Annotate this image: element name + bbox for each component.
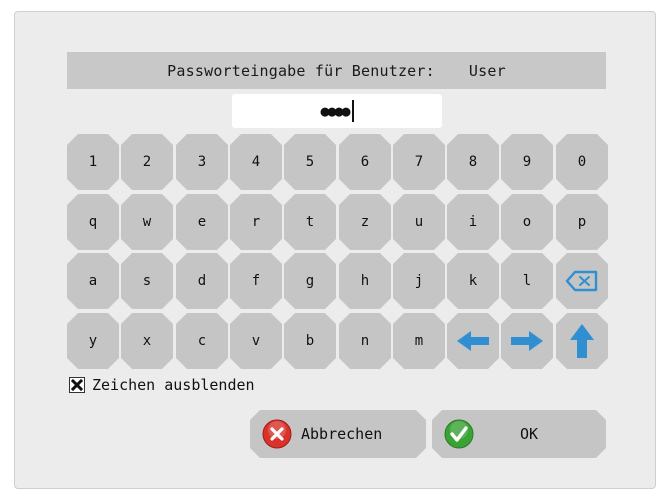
cursor-right-key[interactable] bbox=[501, 313, 553, 369]
key-label: v bbox=[251, 333, 261, 349]
ok-label: OK bbox=[520, 425, 539, 443]
shift-arrow-up-icon bbox=[569, 323, 595, 359]
key-o[interactable]: o bbox=[501, 194, 553, 250]
key-h[interactable]: h bbox=[339, 253, 391, 309]
check-x-icon bbox=[71, 379, 83, 391]
key-label: p bbox=[577, 214, 587, 230]
key-5[interactable]: 5 bbox=[284, 134, 336, 190]
arrow-right-icon bbox=[509, 330, 545, 352]
key-label: 5 bbox=[305, 154, 315, 170]
cancel-icon bbox=[262, 419, 292, 453]
key-2[interactable]: 2 bbox=[121, 134, 173, 190]
key-i[interactable]: i bbox=[447, 194, 499, 250]
username: User bbox=[468, 61, 506, 80]
cursor-left-key[interactable] bbox=[447, 313, 499, 369]
key-label: 2 bbox=[142, 154, 152, 170]
key-label: 1 bbox=[88, 154, 98, 170]
key-label: t bbox=[305, 214, 315, 230]
shift-key[interactable] bbox=[556, 313, 608, 369]
key-3[interactable]: 3 bbox=[176, 134, 228, 190]
key-label: e bbox=[197, 214, 207, 230]
backspace-icon bbox=[565, 270, 599, 292]
key-7[interactable]: 7 bbox=[393, 134, 445, 190]
key-u[interactable]: u bbox=[393, 194, 445, 250]
key-r[interactable]: r bbox=[230, 194, 282, 250]
ok-button[interactable]: OK bbox=[432, 410, 606, 458]
key-label: n bbox=[360, 333, 370, 349]
password-mask: ●●●● bbox=[320, 102, 350, 120]
key-label: i bbox=[468, 214, 478, 230]
key-label: z bbox=[360, 214, 370, 230]
title-prefix: Passworteingabe für Benutzer: bbox=[167, 61, 435, 80]
key-n[interactable]: n bbox=[339, 313, 391, 369]
backspace-key[interactable] bbox=[556, 253, 608, 309]
key-label: g bbox=[305, 273, 315, 289]
key-label: y bbox=[88, 333, 98, 349]
hide-chars-option[interactable]: Zeichen ausblenden bbox=[69, 376, 255, 394]
key-label: h bbox=[360, 273, 370, 289]
key-label: x bbox=[142, 333, 152, 349]
key-label: l bbox=[522, 273, 532, 289]
key-c[interactable]: c bbox=[176, 313, 228, 369]
key-label: b bbox=[305, 333, 315, 349]
key-label: 3 bbox=[197, 154, 207, 170]
ok-check-icon bbox=[444, 419, 474, 453]
key-z[interactable]: z bbox=[339, 194, 391, 250]
key-label: m bbox=[414, 333, 424, 349]
key-m[interactable]: m bbox=[393, 313, 445, 369]
key-f[interactable]: f bbox=[230, 253, 282, 309]
key-w[interactable]: w bbox=[121, 194, 173, 250]
key-label: o bbox=[522, 214, 532, 230]
key-d[interactable]: d bbox=[176, 253, 228, 309]
cancel-button[interactable]: Abbrechen bbox=[250, 410, 426, 458]
key-a[interactable]: a bbox=[67, 253, 119, 309]
key-s[interactable]: s bbox=[121, 253, 173, 309]
key-label: w bbox=[142, 214, 152, 230]
hide-chars-label: Zeichen ausblenden bbox=[92, 376, 255, 394]
password-input[interactable]: ●●●● bbox=[232, 94, 442, 128]
cancel-label: Abbrechen bbox=[301, 425, 383, 443]
key-label: 0 bbox=[577, 154, 587, 170]
key-label: 4 bbox=[251, 154, 261, 170]
hide-chars-checkbox[interactable] bbox=[69, 377, 85, 393]
key-label: u bbox=[414, 214, 424, 230]
key-label: j bbox=[414, 273, 424, 289]
key-label: a bbox=[88, 273, 98, 289]
key-label: s bbox=[142, 273, 152, 289]
key-v[interactable]: v bbox=[230, 313, 282, 369]
key-1[interactable]: 1 bbox=[67, 134, 119, 190]
key-label: d bbox=[197, 273, 207, 289]
key-9[interactable]: 9 bbox=[501, 134, 553, 190]
key-e[interactable]: e bbox=[176, 194, 228, 250]
key-q[interactable]: q bbox=[67, 194, 119, 250]
key-g[interactable]: g bbox=[284, 253, 336, 309]
key-y[interactable]: y bbox=[67, 313, 119, 369]
key-label: q bbox=[88, 214, 98, 230]
text-caret bbox=[351, 100, 354, 122]
arrow-left-icon bbox=[455, 330, 491, 352]
key-t[interactable]: t bbox=[284, 194, 336, 250]
key-p[interactable]: p bbox=[556, 194, 608, 250]
key-4[interactable]: 4 bbox=[230, 134, 282, 190]
key-l[interactable]: l bbox=[501, 253, 553, 309]
key-j[interactable]: j bbox=[393, 253, 445, 309]
key-label: 9 bbox=[522, 154, 532, 170]
key-label: r bbox=[251, 214, 261, 230]
key-k[interactable]: k bbox=[447, 253, 499, 309]
key-label: 7 bbox=[414, 154, 424, 170]
key-label: 8 bbox=[468, 154, 478, 170]
key-label: c bbox=[197, 333, 207, 349]
key-8[interactable]: 8 bbox=[447, 134, 499, 190]
key-b[interactable]: b bbox=[284, 313, 336, 369]
key-6[interactable]: 6 bbox=[339, 134, 391, 190]
key-label: f bbox=[251, 273, 261, 289]
key-x[interactable]: x bbox=[121, 313, 173, 369]
password-dialog: Passworteingabe für Benutzer: User ●●●● … bbox=[14, 11, 656, 489]
key-label: k bbox=[468, 273, 478, 289]
key-0[interactable]: 0 bbox=[556, 134, 608, 190]
dialog-title: Passworteingabe für Benutzer: User bbox=[67, 52, 606, 89]
key-label: 6 bbox=[360, 154, 370, 170]
